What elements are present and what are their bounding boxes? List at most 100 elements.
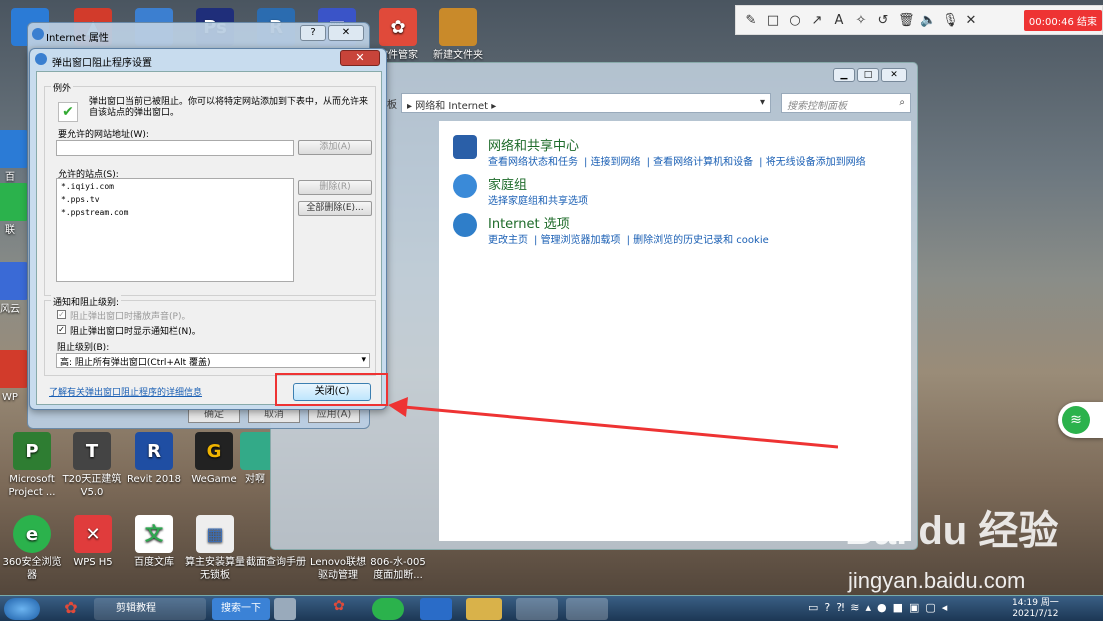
- minimize-button[interactable]: ▁: [833, 68, 855, 82]
- folder-icon: [439, 8, 477, 46]
- link[interactable]: 删除浏览的历史记录和 cookie: [633, 235, 769, 246]
- desktop-icon-baidu-wenku[interactable]: 文百度文库: [124, 515, 184, 569]
- trash-icon[interactable]: 🗑: [898, 13, 915, 28]
- desktop-icon-revit[interactable]: R Revit 2018: [124, 432, 184, 486]
- clock[interactable]: 14:19 周一 2021/7/12: [1012, 598, 1059, 620]
- desktop-icon-label: 806-水-005度面加断...: [370, 557, 426, 581]
- dialog-title: 弹出窗口阻止程序设置: [52, 58, 152, 69]
- tray-icons[interactable]: ▭?⁈≋▴●■▣▢◂: [808, 601, 953, 614]
- list-item[interactable]: *.iqiyi.com: [61, 182, 114, 191]
- pencil-icon[interactable]: ✎: [744, 13, 758, 28]
- link[interactable]: 将无线设备添加到网络: [766, 157, 866, 168]
- chevron-down-icon: ▾: [361, 355, 366, 365]
- app-icon: [0, 262, 29, 300]
- allowed-sites-list[interactable]: *.iqiyi.com *.pps.tv *.ppstream.com: [56, 178, 294, 282]
- link[interactable]: 查看网络状态和任务: [488, 157, 578, 168]
- wifi-widget[interactable]: ≋: [1058, 402, 1103, 438]
- folder-icon[interactable]: [466, 598, 502, 620]
- info-icon: ✔: [58, 102, 78, 122]
- link[interactable]: 更改主页: [488, 235, 528, 246]
- browser-icon[interactable]: [372, 598, 404, 620]
- link[interactable]: 管理浏览器加载项: [541, 235, 621, 246]
- t20-icon: T: [73, 432, 111, 470]
- taskbar-item-browser[interactable]: 剪辑教程: [94, 598, 206, 620]
- desktop-icon-label: 对啊: [245, 474, 265, 485]
- desktop-icon-wps-h5[interactable]: ✕ WPS H5: [63, 515, 123, 569]
- app-icon: [240, 432, 270, 470]
- desktop-icon-label: Microsoft Project ...: [8, 474, 56, 498]
- close-button[interactable]: ✕: [881, 68, 907, 82]
- desktop-icon-label: WP: [2, 392, 18, 403]
- search-button[interactable]: 搜索一下: [212, 598, 270, 620]
- link[interactable]: 选择家庭组和共享选项: [488, 196, 588, 207]
- link[interactable]: 连接到网络: [591, 157, 641, 168]
- dialog-title: Internet 属性: [46, 33, 109, 44]
- control-panel-taskbar-icon[interactable]: [516, 598, 558, 620]
- revit-icon: R: [135, 432, 173, 470]
- address-label: 要允许的网站地址(W):: [58, 130, 149, 140]
- category-title[interactable]: 家庭组: [488, 174, 527, 193]
- help-button[interactable]: ?: [300, 25, 326, 41]
- list-item[interactable]: *.ppstream.com: [61, 208, 128, 217]
- close-button[interactable]: ✕: [340, 50, 380, 66]
- circle-icon[interactable]: ○: [788, 13, 802, 28]
- list-item[interactable]: *.pps.tv: [61, 195, 100, 204]
- phone-icon[interactable]: [420, 598, 452, 620]
- desktop-icon-t20[interactable]: T T20天正建筑 V5.0: [62, 432, 122, 499]
- undo-icon[interactable]: ↺: [876, 13, 890, 28]
- desktop-icon-360-browser[interactable]: e 360安全浏览器: [2, 515, 62, 582]
- close-button[interactable]: ✕: [328, 25, 364, 41]
- wenku-icon: 文: [135, 515, 173, 553]
- category-links: 更改主页 | 管理浏览器加载项 | 删除浏览的历史记录和 cookie: [488, 235, 769, 246]
- category-links: 选择家庭组和共享选项: [488, 192, 594, 207]
- add-button[interactable]: 添加(A): [298, 140, 372, 155]
- remove-all-button[interactable]: 全部删除(E)...: [298, 201, 372, 216]
- internet-options-taskbar-icon[interactable]: [566, 598, 608, 620]
- link[interactable]: 查看网络计算机和设备: [653, 157, 753, 168]
- sound-checkbox[interactable]: ✓: [57, 310, 66, 319]
- search-placeholder: 搜索控制面板: [787, 101, 847, 112]
- ie-icon: [32, 28, 44, 40]
- mic-icon[interactable]: 🎙: [942, 13, 959, 28]
- wifi-icon: ≋: [1062, 406, 1090, 434]
- 360-icon[interactable]: ✿: [56, 598, 86, 620]
- search-icon: ⌕: [899, 97, 905, 108]
- desktop-icon-label: 百度文库: [134, 557, 174, 568]
- app-icon[interactable]: ✿: [324, 598, 354, 620]
- category-title[interactable]: 网络和共享中心: [488, 135, 579, 154]
- address-input[interactable]: [56, 140, 294, 156]
- start-button[interactable]: [4, 598, 40, 620]
- popup-blocker-dialog: 弹出窗口阻止程序设置 ✕ 例外 ✔ 弹出窗口当前已被阻止。你可以将特定网站添加到…: [29, 48, 387, 410]
- notify-bar-checkbox[interactable]: ✓: [57, 325, 66, 334]
- remove-button[interactable]: 删除(R): [298, 180, 372, 195]
- maximize-button[interactable]: □: [857, 68, 879, 82]
- app-icon: [0, 183, 29, 221]
- close-icon[interactable]: ✕: [964, 13, 978, 28]
- level-label: 阻止级别(B):: [57, 343, 110, 353]
- browser-icon: e: [13, 515, 51, 553]
- taskbar: ✿ 剪辑教程 搜索一下 ✿ ▭?⁈≋▴●■▣▢◂ 14:19 周一 2021/7/…: [0, 595, 1103, 621]
- screen-recorder-toolbar: ✎ □ ○ ↗ A ✧ ↺ 🗑 🔈 🎙 ✕ 00:00:46 结束: [735, 5, 1103, 35]
- magic-icon[interactable]: ✧: [854, 13, 868, 28]
- desktop-icon-new-folder[interactable]: 新建文件夹: [428, 8, 488, 62]
- block-level-select[interactable]: 高: 阻止所有弹出窗口(Ctrl+Alt 覆盖) ▾: [56, 353, 370, 368]
- speaker-icon[interactable]: 🔈: [920, 13, 936, 28]
- category-title[interactable]: Internet 选项: [488, 213, 570, 232]
- search-input[interactable]: 搜索控制面板 ⌕: [781, 93, 911, 113]
- stop-recording-button[interactable]: 00:00:46 结束: [1023, 9, 1102, 31]
- group-label: 例外: [51, 81, 74, 94]
- desktop-icon-label: 算主安装算量无锁板: [185, 557, 245, 581]
- desktop-icon-label: 风云: [0, 304, 20, 315]
- text-icon[interactable]: A: [832, 13, 846, 28]
- desktop-icon-partial[interactable]: 对啊: [240, 432, 270, 486]
- desktop-icon-label: 新建文件夹: [433, 50, 483, 61]
- desktop-icon-wegame[interactable]: G WeGame: [184, 432, 244, 486]
- desktop-icon-ms-project[interactable]: P Microsoft Project ...: [2, 432, 62, 499]
- calculator-icon[interactable]: [274, 598, 296, 620]
- square-icon[interactable]: □: [766, 13, 780, 28]
- internet-options-icon: [453, 213, 477, 237]
- address-bar[interactable]: ▸ 网络和 Internet ▸ ▾: [401, 93, 771, 113]
- learn-more-link[interactable]: 了解有关弹出窗口阻止程序的详细信息: [49, 385, 202, 398]
- arrow-icon[interactable]: ↗: [810, 13, 824, 28]
- desktop-icon-calc[interactable]: ▦ 算主安装算量无锁板: [185, 515, 245, 582]
